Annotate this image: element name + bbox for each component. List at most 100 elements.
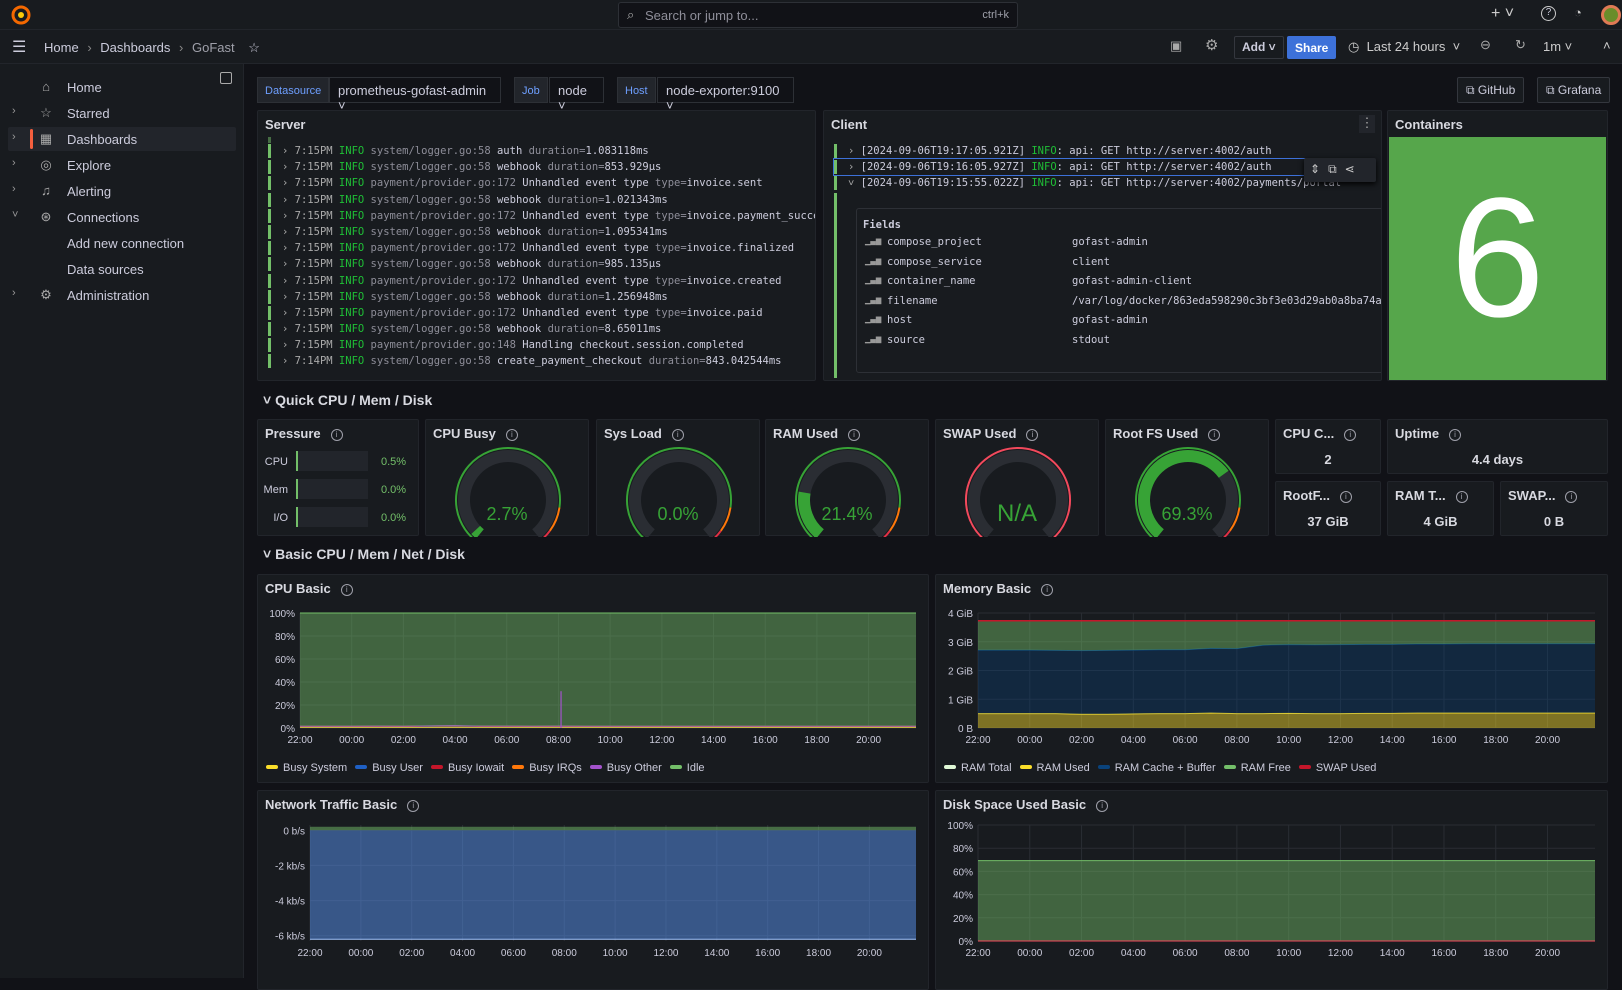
log-row[interactable]: › 7:15PM INFO system/logger.go:58 webhoo… bbox=[268, 192, 816, 208]
grafana-logo[interactable] bbox=[11, 5, 31, 25]
legend-item-ram-used[interactable]: RAM Used bbox=[1012, 762, 1090, 774]
star-icon[interactable]: ☆ bbox=[248, 40, 260, 55]
x-tick-label: 20:00 bbox=[1535, 735, 1560, 746]
stats-icon[interactable]: ▁▃▅ bbox=[865, 314, 881, 324]
log-row[interactable]: › 7:15PM INFO system/logger.go:58 webhoo… bbox=[268, 159, 816, 175]
section-basic[interactable]: ˅ Basic CPU / Mem / Net / Disk bbox=[263, 546, 465, 562]
field-row[interactable]: ▁▃▅filename/var/log/docker/863eda598290c… bbox=[857, 295, 1382, 315]
log-row[interactable]: › 7:15PM INFO payment/provider.go:172 Un… bbox=[268, 208, 816, 224]
field-row[interactable]: ▁▃▅compose_serviceclient bbox=[857, 256, 1382, 276]
log-row[interactable]: › 7:15PM INFO system/logger.go:58 webhoo… bbox=[268, 224, 816, 240]
chevron-right-icon[interactable]: › bbox=[12, 105, 16, 117]
rss-icon[interactable]: ◔ bbox=[1574, 5, 1582, 20]
legend-item-busy-user[interactable]: Busy User bbox=[347, 762, 423, 774]
dashboards-icon: ▦ bbox=[38, 131, 54, 147]
log-row[interactable]: › 7:15PM INFO payment/provider.go:172 Un… bbox=[268, 175, 816, 191]
zoom-out-icon[interactable]: ⊖ bbox=[1480, 37, 1491, 53]
x-tick-label: 06:00 bbox=[1173, 948, 1198, 959]
stats-icon[interactable]: ▁▃▅ bbox=[865, 236, 881, 246]
log-row[interactable]: › 7:15PM INFO payment/provider.go:172 Un… bbox=[268, 273, 816, 289]
menu-icon[interactable]: ☰ bbox=[12, 37, 26, 57]
show-context-icon[interactable]: ⇕ bbox=[1310, 162, 1328, 176]
sidebar-item-explore[interactable]: ›◎Explore bbox=[8, 153, 236, 177]
search-input[interactable]: ⌕ Search or jump to... ctrl+k bbox=[618, 2, 1018, 28]
legend-item-ram-free[interactable]: RAM Free bbox=[1216, 762, 1291, 774]
field-row[interactable]: ▁▃▅sourcestdout bbox=[857, 334, 1382, 354]
sidebar-item-starred[interactable]: ›☆Starred bbox=[8, 101, 236, 125]
section-quick[interactable]: ˅ Quick CPU / Mem / Disk bbox=[263, 392, 432, 408]
legend-item-swap-used[interactable]: SWAP Used bbox=[1291, 762, 1377, 774]
log-row[interactable]: › 7:15PM INFO system/logger.go:58 auth d… bbox=[268, 143, 816, 159]
log-row[interactable]: ˅ [2024-09-06T19:15:55.022Z] INFO: api: … bbox=[834, 175, 1341, 191]
stats-icon[interactable]: ▁▃▅ bbox=[865, 256, 881, 266]
log-row[interactable]: › 7:14PM INFO system/logger.go:58 create… bbox=[268, 353, 816, 369]
info-icon[interactable]: i bbox=[331, 429, 343, 441]
log-row[interactable]: › 7:15PM INFO system/logger.go:58 webhoo… bbox=[268, 256, 816, 272]
sidebar-item-home[interactable]: ⌂Home bbox=[8, 75, 236, 99]
log-row[interactable]: › 7:15PM INFO payment/provider.go:172 Un… bbox=[268, 240, 816, 256]
refresh-icon[interactable]: ↻ bbox=[1515, 37, 1526, 53]
legend-item-busy-iowait[interactable]: Busy Iowait bbox=[423, 762, 504, 774]
job-select[interactable]: node ˅ bbox=[549, 77, 604, 103]
log-row[interactable]: › 7:15PM INFO system/logger.go:58 webhoo… bbox=[268, 289, 816, 305]
sidebar-item-dashboards[interactable]: ›▦Dashboards bbox=[8, 127, 236, 151]
settings-icon[interactable]: ⚙ bbox=[1205, 36, 1218, 54]
breadcrumb-dashboards[interactable]: Dashboards bbox=[100, 40, 170, 55]
log-row[interactable]: › 7:15PM INFO payment/provider.go:172 Un… bbox=[268, 305, 816, 321]
datasource-select[interactable]: prometheus-gofast-admin ˅ bbox=[329, 77, 501, 103]
chevron-right-icon[interactable]: › bbox=[12, 183, 16, 195]
breadcrumb-home[interactable]: Home bbox=[44, 40, 79, 55]
chart-plot: 0%20%40%60%80%100%22:0000:0002:0004:0006… bbox=[936, 791, 1608, 990]
legend-item-idle[interactable]: Idle bbox=[662, 762, 705, 774]
help-icon[interactable]: ? bbox=[1541, 6, 1556, 21]
save-icon[interactable]: ▣ bbox=[1170, 38, 1182, 54]
y-tick-label: -6 kb/s bbox=[275, 932, 305, 943]
log-row[interactable]: › [2024-09-06T19:17:05.921Z] INFO: api: … bbox=[834, 143, 1341, 159]
sidebar-item-alerting[interactable]: ›♫Alerting bbox=[8, 179, 236, 203]
info-icon[interactable]: i bbox=[1449, 429, 1461, 441]
info-icon[interactable]: i bbox=[1340, 491, 1352, 503]
containers-panel: Containers 6 bbox=[1387, 110, 1608, 381]
log-row[interactable]: › 7:15PM INFO system/logger.go:58 webhoo… bbox=[268, 321, 816, 337]
sidebar-item-connections[interactable]: ˅⊛Connections bbox=[8, 205, 236, 229]
chevron-right-icon[interactable]: › bbox=[12, 287, 16, 299]
time-range-picker[interactable]: ◷ Last 24 hours ˅ bbox=[1348, 39, 1460, 55]
share-button[interactable]: Share bbox=[1287, 36, 1336, 59]
server-logs-panel: Server › 7:15PM INFO system/logger.go:58… bbox=[257, 110, 816, 381]
github-link[interactable]: ⧉ GitHub bbox=[1457, 77, 1524, 103]
info-icon[interactable]: i bbox=[1344, 429, 1356, 441]
sidebar-item-add-new-connection[interactable]: Add new connection bbox=[8, 231, 236, 255]
chevron-down-icon[interactable]: ˅ bbox=[12, 209, 18, 221]
sidebar-item-administration[interactable]: ›⚙Administration bbox=[8, 283, 236, 307]
stats-icon[interactable]: ▁▃▅ bbox=[865, 275, 881, 285]
field-row[interactable]: ▁▃▅compose_projectgofast-admin bbox=[857, 236, 1382, 256]
stats-icon[interactable]: ▁▃▅ bbox=[865, 334, 881, 344]
host-select[interactable]: node-exporter:9100 ˅ bbox=[657, 77, 794, 103]
refresh-interval-picker[interactable]: 1m ˅ bbox=[1543, 39, 1572, 54]
chevron-right-icon[interactable]: › bbox=[12, 131, 16, 143]
log-row[interactable]: › [2024-09-06T19:16:05.927Z] INFO: api: … bbox=[834, 159, 1341, 175]
legend-item-busy-other[interactable]: Busy Other bbox=[582, 762, 662, 774]
copy-icon[interactable]: ⧉ bbox=[1328, 162, 1345, 176]
collapse-icon[interactable]: ˄ bbox=[1603, 38, 1611, 53]
plus-icon[interactable]: + ˅ bbox=[1491, 5, 1514, 23]
x-tick-label: 02:00 bbox=[1069, 948, 1094, 959]
info-icon[interactable]: i bbox=[1456, 491, 1468, 503]
field-row[interactable]: ▁▃▅container_namegofast-admin-client bbox=[857, 275, 1382, 295]
legend-item-busy-system[interactable]: Busy System bbox=[258, 762, 347, 774]
field-row[interactable]: ▁▃▅hostgofast-admin bbox=[857, 314, 1382, 334]
share-link-icon[interactable]: ⋖ bbox=[1345, 162, 1363, 176]
sidebar-item-data-sources[interactable]: Data sources bbox=[8, 257, 236, 281]
panel-menu-icon[interactable]: ⋮ bbox=[1359, 115, 1375, 133]
sidebar-item-label: Data sources bbox=[67, 262, 144, 277]
log-row[interactable]: › 7:15PM INFO payment/provider.go:148 Ha… bbox=[268, 337, 816, 353]
legend-item-ram-cache-buffer[interactable]: RAM Cache + Buffer bbox=[1090, 762, 1216, 774]
grafana-link[interactable]: ⧉ Grafana bbox=[1537, 77, 1610, 103]
legend-item-ram-total[interactable]: RAM Total bbox=[936, 762, 1012, 774]
stats-icon[interactable]: ▁▃▅ bbox=[865, 295, 881, 305]
add-button[interactable]: Add ˅ bbox=[1234, 36, 1284, 59]
chevron-right-icon[interactable]: › bbox=[12, 157, 16, 169]
legend-item-busy-irqs[interactable]: Busy IRQs bbox=[504, 762, 582, 774]
avatar[interactable] bbox=[1601, 5, 1621, 25]
info-icon[interactable]: i bbox=[1565, 491, 1577, 503]
